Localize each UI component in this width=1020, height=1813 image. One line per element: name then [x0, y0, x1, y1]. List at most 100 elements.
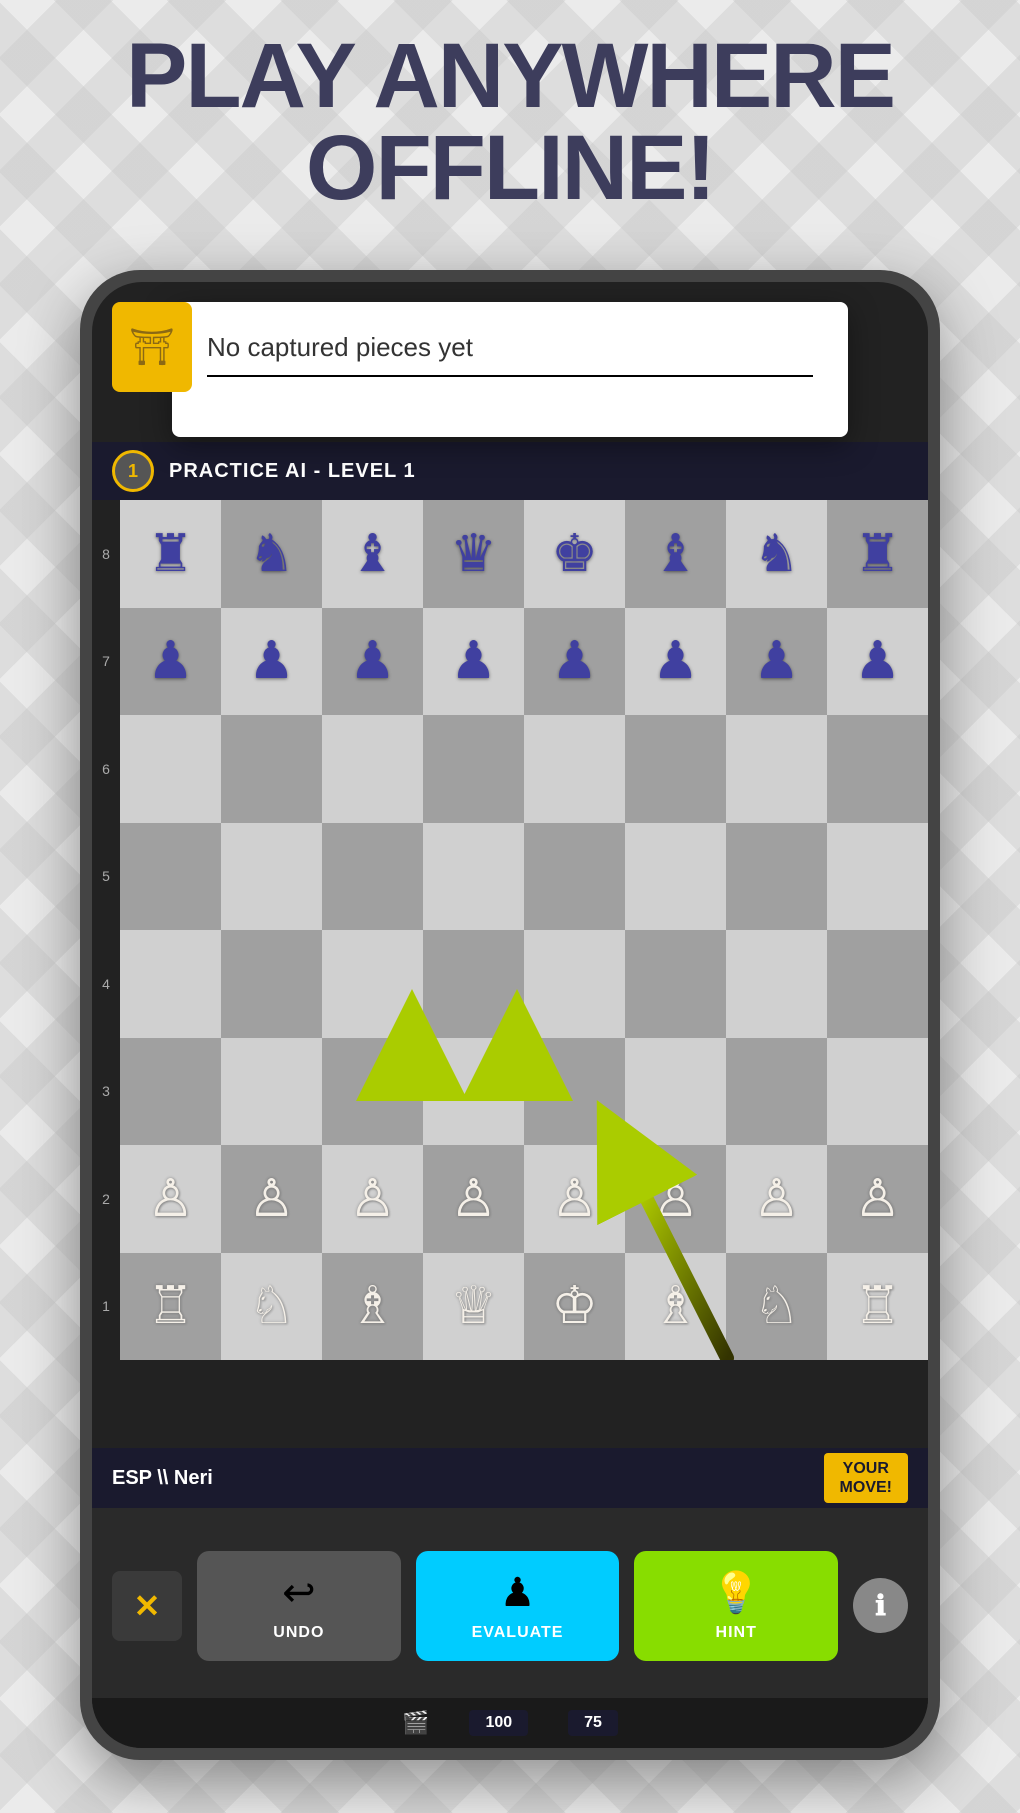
chess-cell[interactable]: [827, 823, 928, 931]
evaluate-icon: ♟: [500, 1570, 536, 1616]
undo-icon: ↩: [282, 1570, 316, 1616]
chess-piece: ♟: [349, 635, 396, 687]
chess-cell[interactable]: [322, 1038, 423, 1146]
chess-cell[interactable]: [423, 1038, 524, 1146]
chess-cell[interactable]: ♟: [423, 608, 524, 716]
chess-cell[interactable]: ♝: [322, 500, 423, 608]
chess-cell[interactable]: ♖: [827, 1253, 928, 1361]
chess-cell[interactable]: ♛: [423, 500, 524, 608]
chess-cell[interactable]: [827, 930, 928, 1038]
chess-cell[interactable]: [322, 930, 423, 1038]
chess-cell[interactable]: ♙: [221, 1145, 322, 1253]
chess-cell[interactable]: [423, 930, 524, 1038]
chess-cell[interactable]: ♟: [120, 608, 221, 716]
chess-piece: ♕: [450, 1280, 497, 1332]
chess-cell[interactable]: [625, 715, 726, 823]
chess-cell[interactable]: [221, 823, 322, 931]
chess-cell[interactable]: ♞: [221, 500, 322, 608]
film-icon: 🎬: [402, 1710, 429, 1736]
chess-cell[interactable]: ♟: [322, 608, 423, 716]
undo-button[interactable]: ↩ UNDO: [197, 1551, 401, 1661]
rank-label-6: 6: [92, 715, 120, 823]
chess-cell[interactable]: [524, 1038, 625, 1146]
chess-piece: ♞: [248, 528, 295, 580]
chess-piece: ♙: [753, 1173, 800, 1225]
chess-cell[interactable]: [726, 930, 827, 1038]
rank-label-4: 4: [92, 930, 120, 1038]
chess-cell[interactable]: ♘: [726, 1253, 827, 1361]
chess-cell[interactable]: ♙: [423, 1145, 524, 1253]
film-button[interactable]: 🎬: [402, 1710, 429, 1736]
evaluate-button[interactable]: ♟ EVALUATE: [416, 1551, 620, 1661]
chess-cell[interactable]: ♖: [120, 1253, 221, 1361]
no-captured-text: No captured pieces yet: [207, 332, 813, 363]
chess-cell[interactable]: ♙: [827, 1145, 928, 1253]
chess-cell[interactable]: ♟: [827, 608, 928, 716]
chess-piece: ♟: [248, 635, 295, 687]
chess-piece: ♛: [450, 528, 497, 580]
chess-piece: ♟: [551, 635, 598, 687]
chess-cell[interactable]: ♗: [322, 1253, 423, 1361]
close-button[interactable]: ✕: [112, 1571, 182, 1641]
rank-label-7: 7: [92, 608, 120, 716]
chess-piece: ♙: [349, 1173, 396, 1225]
phone-screen: No captured pieces yet ⛩ 1 PRACTICE AI -…: [92, 282, 928, 1748]
game-title: PRACTICE AI - LEVEL 1: [169, 460, 416, 483]
chess-cell[interactable]: ♔: [524, 1253, 625, 1361]
chess-cell[interactable]: [726, 715, 827, 823]
chess-cell[interactable]: [221, 715, 322, 823]
chess-cell[interactable]: [625, 1038, 726, 1146]
chess-cell[interactable]: [524, 930, 625, 1038]
chess-cell[interactable]: ♚: [524, 500, 625, 608]
info-button[interactable]: ℹ: [853, 1578, 908, 1633]
chess-piece: ♙: [248, 1173, 295, 1225]
chess-cell[interactable]: [726, 1038, 827, 1146]
header-line2: OFFLINE!: [0, 122, 1020, 214]
chess-cell[interactable]: ♙: [322, 1145, 423, 1253]
chess-piece: ♟: [854, 635, 901, 687]
chess-cell[interactable]: ♝: [625, 500, 726, 608]
chess-cell[interactable]: ♙: [726, 1145, 827, 1253]
chess-cell[interactable]: [524, 823, 625, 931]
chess-cell[interactable]: [625, 823, 726, 931]
chess-cell[interactable]: ♙: [120, 1145, 221, 1253]
undo-label: UNDO: [273, 1624, 324, 1642]
evaluate-label: EVALUATE: [472, 1624, 564, 1642]
chess-cell[interactable]: ♙: [625, 1145, 726, 1253]
chess-cell[interactable]: [726, 823, 827, 931]
gold-badge[interactable]: ⛩: [112, 302, 192, 392]
chess-cell[interactable]: [221, 1038, 322, 1146]
chess-cell[interactable]: [120, 930, 221, 1038]
header-section: PLAY ANYWHERE OFFLINE!: [0, 30, 1020, 214]
chess-cell[interactable]: [625, 930, 726, 1038]
chess-cell[interactable]: ♜: [827, 500, 928, 608]
controls-row: ✕ ↩ UNDO ♟ EVALUATE 💡 HINT ℹ: [92, 1508, 928, 1698]
chess-cell[interactable]: ♕: [423, 1253, 524, 1361]
chess-cell[interactable]: ♗: [625, 1253, 726, 1361]
chess-cell[interactable]: [322, 715, 423, 823]
chess-cell[interactable]: [827, 1038, 928, 1146]
chess-cell[interactable]: [423, 823, 524, 931]
chess-cell[interactable]: ♟: [524, 608, 625, 716]
chess-cell[interactable]: [322, 823, 423, 931]
chess-piece: ♖: [147, 1280, 194, 1332]
chess-board[interactable]: 8♜♞♝♛♚♝♞♜7♟♟♟♟♟♟♟♟65432♙♙♙♙♙♙♙♙1♖♘♗♕♔♗♘♖: [92, 500, 928, 1360]
chess-cell[interactable]: [827, 715, 928, 823]
chess-cell[interactable]: [120, 823, 221, 931]
chess-cell[interactable]: [423, 715, 524, 823]
chess-cell[interactable]: ♙: [524, 1145, 625, 1253]
chess-cell[interactable]: [221, 930, 322, 1038]
chess-cell[interactable]: [120, 715, 221, 823]
chess-cell[interactable]: [524, 715, 625, 823]
hint-button[interactable]: 💡 HINT: [634, 1551, 838, 1661]
chess-piece: ♚: [551, 528, 598, 580]
chess-cell[interactable]: [120, 1038, 221, 1146]
game-header: 1 PRACTICE AI - LEVEL 1: [92, 442, 928, 500]
chess-cell[interactable]: ♟: [726, 608, 827, 716]
info-icon: ℹ: [875, 1589, 886, 1622]
chess-cell[interactable]: ♟: [625, 608, 726, 716]
chess-cell[interactable]: ♘: [221, 1253, 322, 1361]
chess-cell[interactable]: ♟: [221, 608, 322, 716]
chess-cell[interactable]: ♜: [120, 500, 221, 608]
chess-cell[interactable]: ♞: [726, 500, 827, 608]
